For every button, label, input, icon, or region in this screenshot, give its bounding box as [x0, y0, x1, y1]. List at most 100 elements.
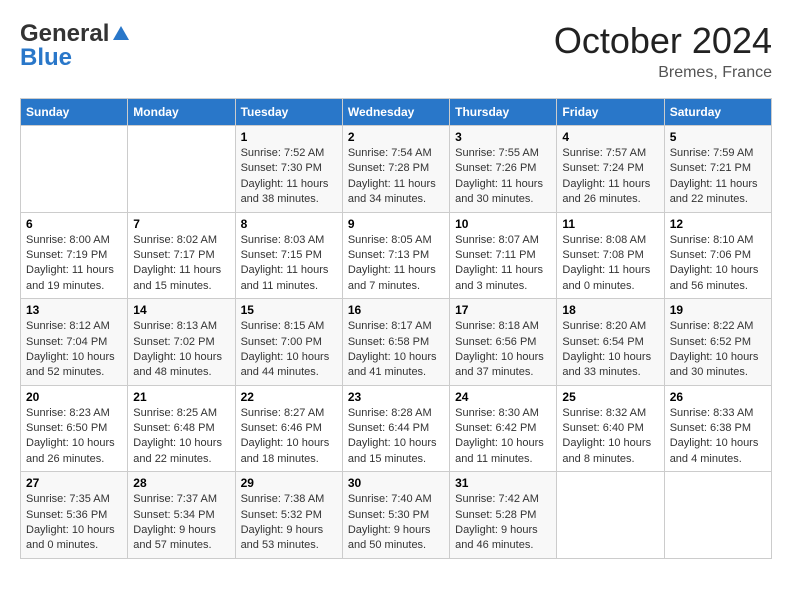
calendar-cell: 9Sunrise: 8:05 AM Sunset: 7:13 PM Daylig… [342, 212, 449, 299]
day-info: Sunrise: 8:20 AM Sunset: 6:54 PM Dayligh… [562, 319, 658, 381]
day-number: 21 [133, 390, 229, 404]
weekday-header-thursday: Thursday [450, 99, 557, 126]
weekday-header-saturday: Saturday [664, 99, 771, 126]
day-number: 14 [133, 303, 229, 317]
logo-icon [111, 24, 131, 44]
day-number: 9 [348, 217, 444, 231]
calendar-cell: 26 Sunrise: 8:33 AM Sunset: 6:38 PM Dayli… [664, 385, 771, 472]
day-number: 31 [455, 476, 551, 490]
day-info: Sunrise: 7:52 AM Sunset: 7:30 PM Dayligh… [241, 146, 337, 208]
day-number: 19 [670, 303, 766, 317]
calendar-cell: 16 Sunrise: 8:17 AM Sunset: 6:58 PM Dayli… [342, 299, 449, 386]
calendar-cell: 5Sunrise: 7:59 AM Sunset: 7:21 PM Daylig… [664, 126, 771, 213]
month-title: October 2024 [554, 20, 772, 62]
day-number: 11 [562, 217, 658, 231]
day-number: 24 [455, 390, 551, 404]
calendar-cell: 29Sunrise: 7:38 AM Sunset: 5:32 PM Dayli… [235, 472, 342, 559]
calendar-cell [557, 472, 664, 559]
logo: General Blue [20, 20, 131, 72]
day-number: 16 [348, 303, 444, 317]
day-info: Sunrise: 8:03 AM Sunset: 7:15 PM Dayligh… [241, 233, 337, 295]
title-block: October 2024 Bremes, France [554, 20, 772, 82]
calendar-cell: 12Sunrise: 8:10 AM Sunset: 7:06 PM Dayli… [664, 212, 771, 299]
calendar-cell: 11 Sunrise: 8:08 AM Sunset: 7:08 PM Dayli… [557, 212, 664, 299]
day-info: Sunrise: 7:57 AM Sunset: 7:24 PM Dayligh… [562, 146, 658, 208]
day-info: Sunrise: 8:33 AM Sunset: 6:38 PM Dayligh… [670, 406, 766, 468]
day-info: Sunrise: 8:17 AM Sunset: 6:58 PM Dayligh… [348, 319, 444, 381]
calendar-cell: 18 Sunrise: 8:20 AM Sunset: 6:54 PM Dayli… [557, 299, 664, 386]
day-info: Sunrise: 8:07 AM Sunset: 7:11 PM Dayligh… [455, 233, 551, 295]
day-info: Sunrise: 7:54 AM Sunset: 7:28 PM Dayligh… [348, 146, 444, 208]
calendar-cell: 24Sunrise: 8:30 AM Sunset: 6:42 PM Dayli… [450, 385, 557, 472]
calendar-cell: 2 Sunrise: 7:54 AM Sunset: 7:28 PM Daylig… [342, 126, 449, 213]
day-info: Sunrise: 8:12 AM Sunset: 7:04 PM Dayligh… [26, 319, 122, 381]
day-info: Sunrise: 8:27 AM Sunset: 6:46 PM Dayligh… [241, 406, 337, 468]
calendar-cell [128, 126, 235, 213]
calendar-cell: 28 Sunrise: 7:37 AM Sunset: 5:34 PM Dayli… [128, 472, 235, 559]
calendar-cell: 31 Sunrise: 7:42 AM Sunset: 5:28 PM Dayli… [450, 472, 557, 559]
day-info: Sunrise: 8:08 AM Sunset: 7:08 PM Dayligh… [562, 233, 658, 295]
day-number: 27 [26, 476, 122, 490]
calendar-cell [664, 472, 771, 559]
day-info: Sunrise: 8:10 AM Sunset: 7:06 PM Dayligh… [670, 233, 766, 295]
weekday-header-friday: Friday [557, 99, 664, 126]
day-number: 4 [562, 130, 658, 144]
day-info: Sunrise: 8:18 AM Sunset: 6:56 PM Dayligh… [455, 319, 551, 381]
day-info: Sunrise: 7:37 AM Sunset: 5:34 PM Dayligh… [133, 492, 229, 554]
day-number: 28 [133, 476, 229, 490]
day-number: 10 [455, 217, 551, 231]
day-number: 3 [455, 130, 551, 144]
day-info: Sunrise: 7:35 AM Sunset: 5:36 PM Dayligh… [26, 492, 122, 554]
weekday-header-monday: Monday [128, 99, 235, 126]
page-header: General Blue October 2024 Bremes, France [20, 20, 772, 82]
day-number: 15 [241, 303, 337, 317]
day-number: 26 [670, 390, 766, 404]
day-number: 30 [348, 476, 444, 490]
day-number: 25 [562, 390, 658, 404]
day-info: Sunrise: 8:15 AM Sunset: 7:00 PM Dayligh… [241, 319, 337, 381]
calendar-cell: 30 Sunrise: 7:40 AM Sunset: 5:30 PM Dayli… [342, 472, 449, 559]
calendar-cell: 4 Sunrise: 7:57 AM Sunset: 7:24 PM Daylig… [557, 126, 664, 213]
calendar-cell: 10 Sunrise: 8:07 AM Sunset: 7:11 PM Dayli… [450, 212, 557, 299]
day-number: 13 [26, 303, 122, 317]
day-number: 8 [241, 217, 337, 231]
day-number: 7 [133, 217, 229, 231]
calendar-cell: 8 Sunrise: 8:03 AM Sunset: 7:15 PM Daylig… [235, 212, 342, 299]
day-info: Sunrise: 7:40 AM Sunset: 5:30 PM Dayligh… [348, 492, 444, 554]
day-info: Sunrise: 7:42 AM Sunset: 5:28 PM Dayligh… [455, 492, 551, 554]
weekday-header-sunday: Sunday [21, 99, 128, 126]
calendar-cell [21, 126, 128, 213]
day-info: Sunrise: 8:22 AM Sunset: 6:52 PM Dayligh… [670, 319, 766, 381]
day-number: 20 [26, 390, 122, 404]
day-info: Sunrise: 8:23 AM Sunset: 6:50 PM Dayligh… [26, 406, 122, 468]
day-info: Sunrise: 8:02 AM Sunset: 7:17 PM Dayligh… [133, 233, 229, 295]
day-info: Sunrise: 8:32 AM Sunset: 6:40 PM Dayligh… [562, 406, 658, 468]
calendar-cell: 25 Sunrise: 8:32 AM Sunset: 6:40 PM Dayli… [557, 385, 664, 472]
day-number: 22 [241, 390, 337, 404]
day-number: 23 [348, 390, 444, 404]
calendar-cell: 7 Sunrise: 8:02 AM Sunset: 7:17 PM Daylig… [128, 212, 235, 299]
day-number: 18 [562, 303, 658, 317]
day-number: 2 [348, 130, 444, 144]
day-number: 1 [241, 130, 337, 144]
day-info: Sunrise: 8:28 AM Sunset: 6:44 PM Dayligh… [348, 406, 444, 468]
calendar-cell: 6 Sunrise: 8:00 AM Sunset: 7:19 PM Daylig… [21, 212, 128, 299]
calendar-cell: 21Sunrise: 8:25 AM Sunset: 6:48 PM Dayli… [128, 385, 235, 472]
logo-text-blue: Blue [20, 44, 72, 72]
day-info: Sunrise: 7:59 AM Sunset: 7:21 PM Dayligh… [670, 146, 766, 208]
day-info: Sunrise: 7:38 AM Sunset: 5:32 PM Dayligh… [241, 492, 337, 554]
weekday-header-wednesday: Wednesday [342, 99, 449, 126]
day-info: Sunrise: 8:00 AM Sunset: 7:19 PM Dayligh… [26, 233, 122, 295]
calendar-cell: 15 Sunrise: 8:15 AM Sunset: 7:00 PM Dayli… [235, 299, 342, 386]
calendar-cell: 27 Sunrise: 7:35 AM Sunset: 5:36 PM Dayli… [21, 472, 128, 559]
weekday-header-tuesday: Tuesday [235, 99, 342, 126]
calendar-cell: 22 Sunrise: 8:27 AM Sunset: 6:46 PM Dayli… [235, 385, 342, 472]
day-number: 6 [26, 217, 122, 231]
day-info: Sunrise: 8:13 AM Sunset: 7:02 PM Dayligh… [133, 319, 229, 381]
calendar-cell: 19 Sunrise: 8:22 AM Sunset: 6:52 PM Dayli… [664, 299, 771, 386]
calendar-cell: 13 Sunrise: 8:12 AM Sunset: 7:04 PM Dayli… [21, 299, 128, 386]
calendar-cell: 23 Sunrise: 8:28 AM Sunset: 6:44 PM Dayli… [342, 385, 449, 472]
calendar-cell: 20 Sunrise: 8:23 AM Sunset: 6:50 PM Dayli… [21, 385, 128, 472]
day-info: Sunrise: 7:55 AM Sunset: 7:26 PM Dayligh… [455, 146, 551, 208]
calendar-cell: 1 Sunrise: 7:52 AM Sunset: 7:30 PM Daylig… [235, 126, 342, 213]
